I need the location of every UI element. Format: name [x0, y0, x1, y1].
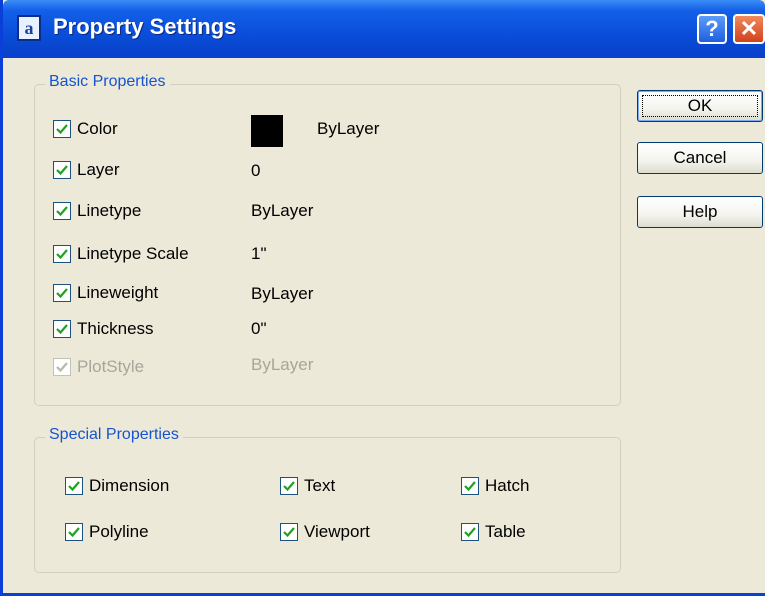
ok-button[interactable]: OK: [637, 90, 763, 122]
checkmark-icon: [56, 124, 68, 135]
hatch-option[interactable]: Hatch: [461, 474, 529, 498]
checkmark-icon: [68, 481, 80, 492]
linetype-checkbox[interactable]: [53, 202, 71, 220]
lineweight-label: Lineweight: [77, 283, 159, 302]
color-row[interactable]: Color: [53, 117, 118, 141]
dimension-label: Dimension: [89, 476, 170, 495]
color-checkbox[interactable]: [53, 120, 71, 138]
linetype-scale-label: Linetype Scale: [77, 244, 189, 263]
lineweight-checkbox[interactable]: [53, 284, 71, 302]
table-checkbox[interactable]: [461, 523, 479, 541]
layer-value: 0: [251, 161, 261, 180]
viewport-option[interactable]: Viewport: [280, 520, 370, 544]
linetype-scale-row[interactable]: Linetype Scale: [53, 242, 189, 266]
title-bar[interactable]: a Property Settings ? ✕: [3, 0, 765, 58]
plotstyle-label: PlotStyle: [77, 357, 145, 376]
checkmark-icon: [464, 527, 476, 538]
app-icon: a: [17, 15, 41, 41]
property-settings-dialog: a Property Settings ? ✕ Basic Properties…: [0, 0, 765, 596]
table-option[interactable]: Table: [461, 520, 526, 544]
hatch-checkbox[interactable]: [461, 477, 479, 495]
checkmark-icon: [56, 249, 68, 260]
checkmark-icon: [56, 324, 68, 335]
thickness-row[interactable]: Thickness: [53, 317, 154, 341]
thickness-checkbox[interactable]: [53, 320, 71, 338]
plotstyle-row: PlotStyle ByLayer: [53, 355, 313, 379]
text-option[interactable]: Text: [280, 474, 335, 498]
layer-checkbox[interactable]: [53, 161, 71, 179]
special-properties-title: Special Properties: [45, 426, 183, 444]
checkmark-icon: [68, 527, 80, 538]
plotstyle-value: ByLayer: [251, 355, 314, 374]
color-value: ByLayer: [317, 119, 380, 138]
plotstyle-checkbox: [53, 358, 71, 376]
linetype-scale-value: 1": [251, 244, 267, 263]
layer-row[interactable]: Layer: [53, 158, 120, 182]
thickness-value: 0": [251, 319, 267, 338]
checkmark-icon: [56, 288, 68, 299]
linetype-scale-checkbox[interactable]: [53, 245, 71, 263]
color-swatch: [251, 115, 283, 147]
basic-properties-group: Basic Properties Color ByLayer Layer 0 L…: [34, 73, 621, 406]
linetype-label: Linetype: [77, 201, 142, 220]
checkmark-icon: [56, 206, 68, 217]
viewport-label: Viewport: [304, 522, 370, 541]
text-label: Text: [304, 476, 336, 495]
dimension-checkbox[interactable]: [65, 477, 83, 495]
viewport-checkbox[interactable]: [280, 523, 298, 541]
dimension-option[interactable]: Dimension: [65, 474, 169, 498]
text-checkbox[interactable]: [280, 477, 298, 495]
checkmark-icon: [283, 481, 295, 492]
checkmark-icon: [283, 527, 295, 538]
hatch-label: Hatch: [485, 476, 530, 495]
polyline-option[interactable]: Polyline: [65, 520, 149, 544]
checkmark-icon: [56, 165, 68, 176]
checkmark-icon: [464, 481, 476, 492]
linetype-row[interactable]: Linetype: [53, 199, 141, 223]
special-properties-group: Special Properties Dimension Text Hatch …: [34, 426, 621, 573]
linetype-value: ByLayer: [251, 201, 314, 220]
basic-properties-title: Basic Properties: [45, 73, 170, 91]
polyline-checkbox[interactable]: [65, 523, 83, 541]
color-label: Color: [77, 119, 118, 138]
lineweight-row[interactable]: Lineweight: [53, 281, 158, 305]
table-label: Table: [485, 522, 526, 541]
close-icon[interactable]: ✕: [733, 14, 765, 44]
layer-label: Layer: [77, 160, 120, 179]
thickness-label: Thickness: [77, 319, 154, 338]
cancel-button[interactable]: Cancel: [637, 142, 763, 174]
focus-rect: [642, 95, 758, 117]
help-icon[interactable]: ?: [697, 14, 727, 44]
help-button-label: Help: [682, 202, 718, 221]
cancel-button-label: Cancel: [673, 148, 727, 167]
window-title: Property Settings: [53, 14, 237, 39]
checkmark-icon: [56, 362, 68, 373]
help-button[interactable]: Help: [637, 196, 763, 228]
polyline-label: Polyline: [89, 522, 149, 541]
lineweight-value: ByLayer: [251, 284, 314, 303]
